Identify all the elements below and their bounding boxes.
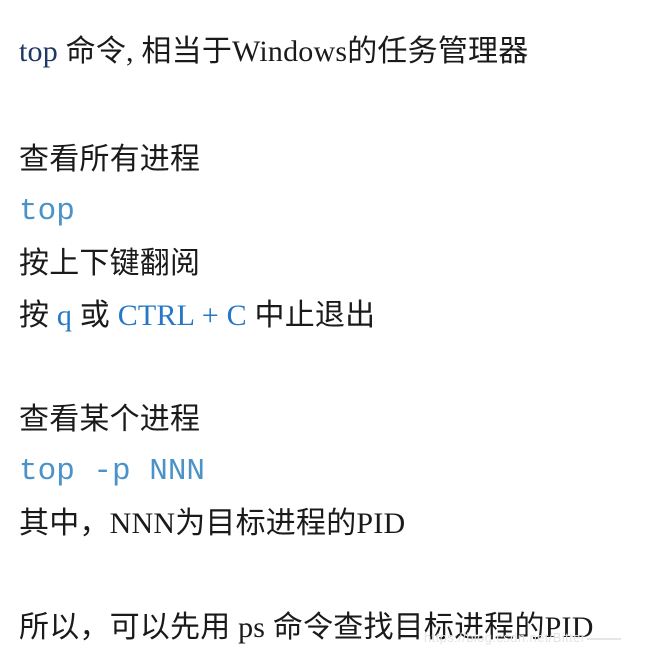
watermark-text: https://blog.csdn.net/Bitter xyxy=(424,630,586,645)
quit-key-ctrl-c: CTRL + C xyxy=(117,299,247,332)
section-1-line-quit-keys: 按 q 或 CTRL + C 中止退出 xyxy=(19,290,650,342)
gap-after-title xyxy=(19,78,650,134)
title-line: top 命令, 相当于Windows的任务管理器 xyxy=(19,26,650,78)
quit-middle-text: 或 xyxy=(72,299,118,332)
title-block: top 命令, 相当于Windows的任务管理器 xyxy=(19,26,650,78)
quit-suffix-text: 中止退出 xyxy=(246,299,376,332)
document-page: top 命令, 相当于Windows的任务管理器 查看所有进程 top 按上下键… xyxy=(0,0,650,656)
section-2-heading: 查看某个进程 xyxy=(19,403,201,436)
section-1-heading: 查看所有进程 xyxy=(19,143,201,176)
section-view-single-process: 查看某个进程 top -p NNN 其中，NNN为目标进程的PID xyxy=(19,394,650,550)
section-1-line-scroll-keys: 按上下键翻阅 xyxy=(19,247,201,280)
title-command-token: top xyxy=(19,35,58,68)
gap-after-section-1 xyxy=(19,342,650,394)
quit-key-q: q xyxy=(56,299,73,332)
document-body: top 命令, 相当于Windows的任务管理器 查看所有进程 top 按上下键… xyxy=(19,0,650,654)
section-view-all-processes: 查看所有进程 top 按上下键翻阅 按 q 或 CTRL + C 中止退出 xyxy=(19,134,650,342)
watermark-underline xyxy=(586,638,621,640)
title-rest-text: 命令, 相当于Windows的任务管理器 xyxy=(57,35,529,68)
closing-block: 所以，可以先用 ps 命令查找目标进程的PID xyxy=(19,602,650,654)
closing-line: 所以，可以先用 ps 命令查找目标进程的PID xyxy=(19,611,594,644)
quit-prefix-text: 按 xyxy=(19,299,57,332)
top-spacer xyxy=(19,0,650,26)
watermark: https://blog.csdn.net/Bitter xyxy=(424,630,621,645)
section-2-command: top -p NNN xyxy=(19,454,206,489)
section-1-command: top xyxy=(19,194,75,229)
section-2-note: 其中，NNN为目标进程的PID xyxy=(19,507,406,540)
gap-after-section-2 xyxy=(19,550,650,602)
